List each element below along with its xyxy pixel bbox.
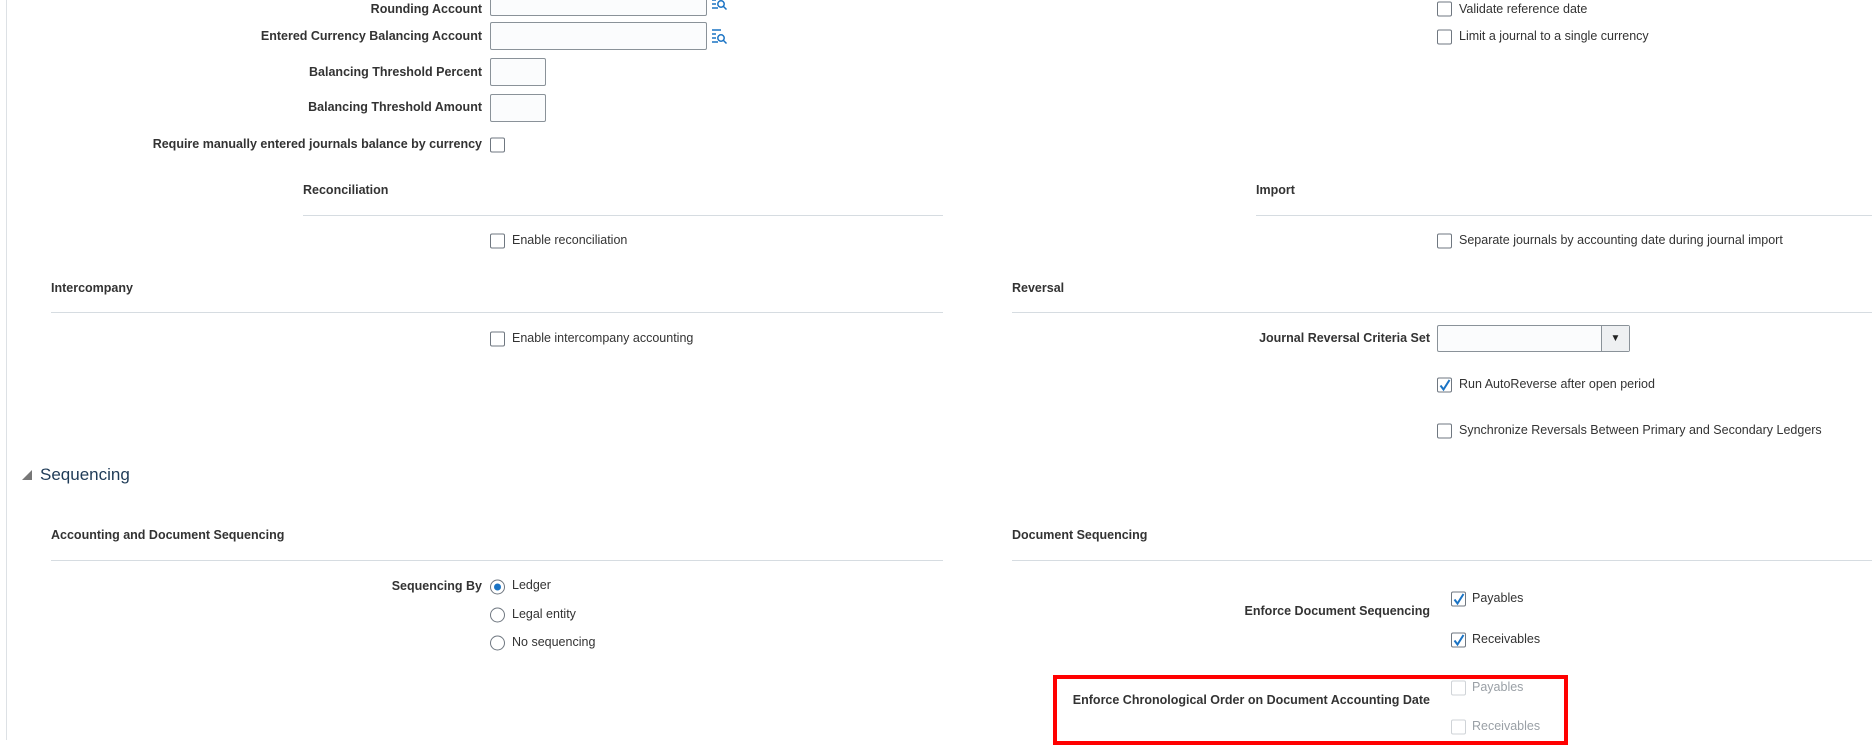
radio-legal-entity-label: Legal entity	[512, 607, 576, 621]
require-balance-label: Require manually entered journals balanc…	[152, 137, 482, 151]
limit-single-currency-label: Limit a journal to a single currency	[1459, 29, 1649, 43]
chrono-order-label: Enforce Chronological Order on Document …	[1072, 693, 1430, 707]
separate-journals-checkbox[interactable]	[1437, 233, 1452, 249]
criteria-set-select[interactable]: ▼	[1437, 325, 1630, 352]
dropdown-arrow-icon[interactable]: ▼	[1601, 326, 1629, 351]
divider	[1012, 312, 1872, 313]
radio-legal-entity[interactable]	[490, 607, 505, 623]
chrono-payables-label: Payables	[1472, 680, 1524, 694]
enable-intercompany-label: Enable intercompany accounting	[512, 331, 694, 345]
separate-journals-label: Separate journals by accounting date dur…	[1459, 233, 1783, 247]
synchronize-reversals-label: Synchronize Reversals Between Primary an…	[1459, 423, 1822, 437]
chrono-receivables-checkbox[interactable]	[1451, 719, 1466, 735]
require-balance-checkbox[interactable]	[490, 137, 505, 153]
radio-ledger[interactable]	[490, 579, 505, 595]
accounting-doc-sequencing-header: Accounting and Document Sequencing	[51, 528, 285, 542]
entered-currency-search-icon[interactable]	[711, 28, 728, 50]
limit-single-currency-checkbox[interactable]	[1437, 29, 1452, 45]
enable-intercompany-checkbox[interactable]	[490, 331, 505, 347]
run-autoreverse-checkbox[interactable]	[1437, 377, 1452, 393]
enforce-receivables-label: Receivables	[1472, 632, 1541, 646]
validate-reference-date-checkbox[interactable]	[1437, 1, 1452, 17]
import-header: Import	[1256, 183, 1295, 197]
validate-reference-date-label: Validate reference date	[1459, 2, 1588, 16]
rounding-account-input[interactable]	[490, 0, 707, 16]
threshold-amount-input[interactable]	[490, 94, 546, 122]
rounding-account-search-icon[interactable]	[711, 0, 728, 16]
run-autoreverse-label: Run AutoReverse after open period	[1459, 377, 1655, 391]
enforce-receivables-checkbox[interactable]	[1451, 632, 1466, 648]
radio-no-sequencing[interactable]	[490, 635, 505, 651]
threshold-percent-input[interactable]	[490, 58, 546, 86]
reversal-header: Reversal	[1012, 281, 1065, 295]
chrono-receivables-label: Receivables	[1472, 719, 1541, 733]
synchronize-reversals-checkbox[interactable]	[1437, 423, 1452, 439]
divider	[51, 560, 943, 561]
collapse-triangle-icon[interactable]	[21, 468, 33, 486]
reconciliation-header: Reconciliation	[303, 183, 389, 197]
entered-currency-input[interactable]	[490, 22, 707, 50]
divider	[51, 312, 943, 313]
divider	[1012, 560, 1872, 561]
enforce-payables-checkbox[interactable]	[1451, 591, 1466, 607]
rounding-account-label: Rounding Account	[370, 2, 482, 16]
sequencing-by-label: Sequencing By	[391, 579, 482, 593]
radio-ledger-label: Ledger	[512, 578, 551, 592]
intercompany-header: Intercompany	[51, 281, 133, 295]
radio-no-sequencing-label: No sequencing	[512, 635, 596, 649]
criteria-set-label: Journal Reversal Criteria Set	[1259, 331, 1430, 345]
enable-reconciliation-checkbox[interactable]	[490, 233, 505, 249]
enable-reconciliation-label: Enable reconciliation	[512, 233, 628, 247]
page-border	[6, 0, 7, 740]
threshold-percent-label: Balancing Threshold Percent	[309, 65, 482, 79]
chrono-payables-checkbox[interactable]	[1451, 680, 1466, 696]
enforce-doc-sequencing-label: Enforce Document Sequencing	[1244, 604, 1430, 618]
enforce-payables-label: Payables	[1472, 591, 1524, 605]
sequencing-section-title[interactable]: Sequencing	[40, 465, 130, 485]
divider	[1256, 215, 1872, 216]
threshold-amount-label: Balancing Threshold Amount	[308, 100, 482, 114]
divider	[303, 215, 943, 216]
entered-currency-label: Entered Currency Balancing Account	[260, 29, 482, 43]
document-sequencing-header: Document Sequencing	[1012, 528, 1148, 542]
